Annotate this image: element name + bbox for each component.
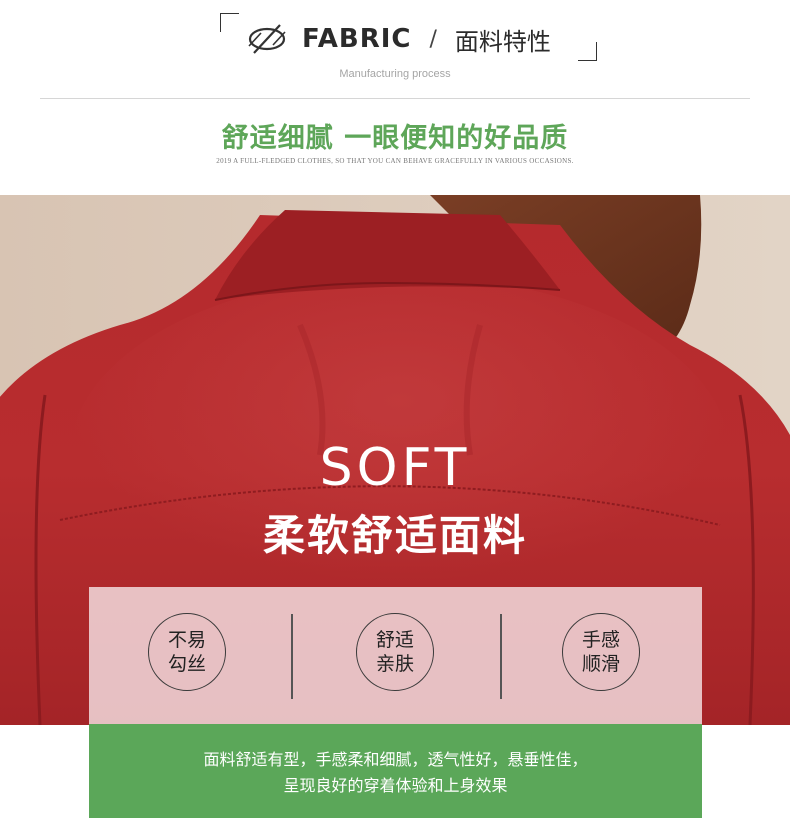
feature-badge-smooth-touch: 手感 顺滑 [562,613,640,691]
feature-label-line2: 勾丝 [167,653,206,675]
no-tear-fabric-icon [248,24,286,54]
soft-subtitle: 柔软舒适面料 [262,511,527,560]
fabric-title-en: FABRIC [302,24,412,54]
description-line-2: 呈现良好的穿着体验和上身效果 [283,776,508,795]
feature-badge-skin-friendly: 舒适 亲肤 [356,613,434,691]
feature-badge-snag-resistant: 不易 勾丝 [148,613,226,691]
tagline: 2019 A FULL-FLEDGED CLOTHES, SO THAT YOU… [216,157,574,165]
feature-divider [500,614,502,699]
soft-title: SOFT [319,438,471,498]
header-divider [40,98,750,99]
fabric-title-row: FABRIC / 面料特性 [246,22,551,56]
corner-bracket-bottom-right [578,42,597,61]
features-panel: 不易 勾丝 舒适 亲肤 手感 顺滑 [89,587,702,724]
header-section: FABRIC / 面料特性 Manufacturing process 舒适细腻… [0,0,790,195]
headline: 舒适细腻 一眼便知的好品质 [221,123,569,154]
corner-bracket-top-left [220,13,239,32]
feature-label-line1: 手感 [581,629,620,651]
feature-label-line1: 舒适 [375,629,414,651]
feature-label-line2: 顺滑 [581,653,620,675]
section-subtitle: Manufacturing process [339,68,451,80]
fabric-title-cn: 面料特性 [454,27,551,56]
title-separator: / [429,26,437,52]
feature-label-line2: 亲肤 [375,653,414,675]
description-box: 面料舒适有型，手感柔和细腻，透气性好，悬垂性佳， 呈现良好的穿着体验和上身效果 [89,724,702,818]
description-line-1: 面料舒适有型，手感柔和细腻，透气性好，悬垂性佳， [203,750,588,769]
feature-label-line1: 不易 [167,629,206,651]
feature-divider [291,614,293,699]
